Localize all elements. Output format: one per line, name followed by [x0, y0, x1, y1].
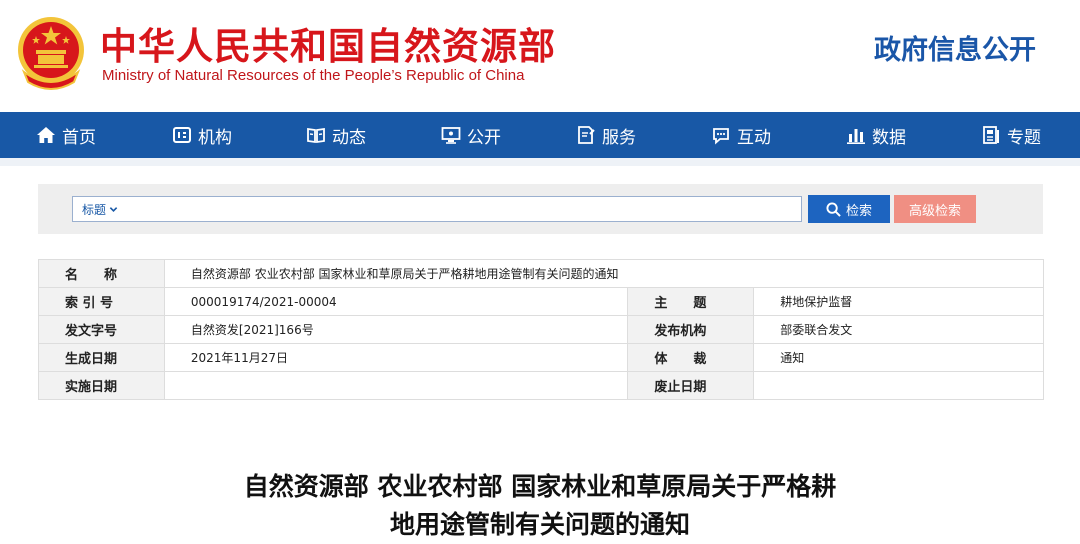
name-value: 自然资源部 农业农村部 国家林业和草原局关于严格耕地用途管制有关问题的通知 [163, 259, 1045, 288]
main-nav: 首页 机构 动态 公开 服务 互动 数据 专题 [0, 112, 1080, 158]
gov-info-title[interactable]: 政府信息公开 [874, 28, 1036, 67]
name-label: 名 称 [38, 259, 165, 288]
issuer-value: 部委联合发文 [753, 315, 1044, 344]
table-row: 名 称 自然资源部 农业农村部 国家林业和草原局关于严格耕地用途管制有关问题的通… [38, 259, 1045, 288]
bar-chart-icon [847, 129, 865, 145]
nav-item-interaction[interactable]: 互动 [711, 112, 771, 158]
effective-date-value [163, 371, 629, 400]
effective-date-label: 实施日期 [38, 371, 165, 400]
chat-icon [713, 128, 729, 145]
site-title[interactable]: 中华人民共和国自然资源部 [100, 16, 556, 70]
doc-number-label: 发文字号 [38, 315, 165, 344]
site-subtitle: Ministry of Natural Resources of the Peo… [102, 67, 525, 84]
nav-item-label: 专题 [1007, 127, 1041, 148]
search-input[interactable] [126, 198, 801, 220]
search-type-label: 标题 [82, 202, 107, 217]
table-row: 生成日期 2021年11月27日 体 裁 通知 [38, 343, 1044, 372]
expiry-date-label: 废止日期 [627, 371, 755, 400]
document-info-table: 名 称 自然资源部 农业农村部 国家林业和草原局关于严格耕地用途管制有关问题的通… [38, 259, 1045, 400]
page-band [0, 158, 1080, 166]
issuer-label: 发布机构 [627, 315, 755, 344]
nav-item-home[interactable]: 首页 [36, 112, 96, 158]
advanced-search-button[interactable]: 高级检索 [894, 195, 976, 223]
nav-item-label: 数据 [872, 127, 906, 148]
nav-item-label: 机构 [198, 127, 232, 148]
nav-item-label: 首页 [62, 127, 96, 148]
nav-item-label: 动态 [332, 127, 366, 148]
nav-item-label: 服务 [602, 127, 636, 148]
index-value: 000019174/2021-00004 [163, 287, 629, 316]
chevron-down-icon [109, 206, 118, 212]
index-label: 索 引 号 [38, 287, 165, 316]
book-icon [307, 127, 325, 144]
search-type-dropdown[interactable]: 标题 [73, 201, 118, 218]
organization-icon [173, 127, 191, 143]
nav-item-public[interactable]: 公开 [441, 112, 501, 158]
advanced-search-label: 高级检索 [908, 202, 961, 218]
subject-label: 主 题 [627, 287, 755, 316]
document-title-line2: 地用途管制有关问题的通知 [389, 510, 690, 539]
nav-item-data[interactable]: 数据 [846, 112, 906, 158]
nav-item-topics[interactable]: 专题 [981, 112, 1041, 158]
table-row: 发文字号 自然资发[2021]166号 发布机构 部委联合发文 [38, 315, 1044, 344]
search-button-label: 检索 [845, 202, 872, 218]
home-icon [37, 127, 55, 143]
nav-item-service[interactable]: 服务 [576, 112, 636, 158]
doc-number-value: 自然资发[2021]166号 [163, 315, 629, 344]
site-header: 中华人民共和国自然资源部 Ministry of Natural Resourc… [0, 0, 1080, 112]
table-row: 实施日期 废止日期 [38, 371, 1044, 400]
expiry-date-value [753, 371, 1044, 400]
date-value: 2021年11月27日 [163, 343, 629, 372]
nav-item-label: 互动 [737, 127, 771, 148]
topic-icon [983, 126, 999, 144]
search-button[interactable]: 检索 [808, 195, 890, 223]
search-box: 标题 [72, 196, 802, 222]
date-label: 生成日期 [38, 343, 165, 372]
nav-item-label: 公开 [467, 127, 501, 148]
genre-value: 通知 [753, 343, 1044, 372]
document-title: 自然资源部 农业农村部 国家林业和草原局关于严格耕 地用途管制有关问题的通知 [150, 468, 930, 544]
monitor-icon [441, 127, 461, 144]
nav-item-organization[interactable]: 机构 [172, 112, 232, 158]
table-row: 索 引 号 000019174/2021-00004 主 题 耕地保护监督 [38, 287, 1044, 316]
document-edit-icon [578, 126, 595, 144]
document-title-line1: 自然资源部 农业农村部 国家林业和草原局关于严格耕 [243, 472, 837, 501]
subject-value: 耕地保护监督 [753, 287, 1044, 316]
national-emblem-icon[interactable] [14, 14, 88, 94]
genre-label: 体 裁 [627, 343, 755, 372]
nav-item-news[interactable]: 动态 [306, 112, 366, 158]
search-icon [826, 201, 841, 217]
